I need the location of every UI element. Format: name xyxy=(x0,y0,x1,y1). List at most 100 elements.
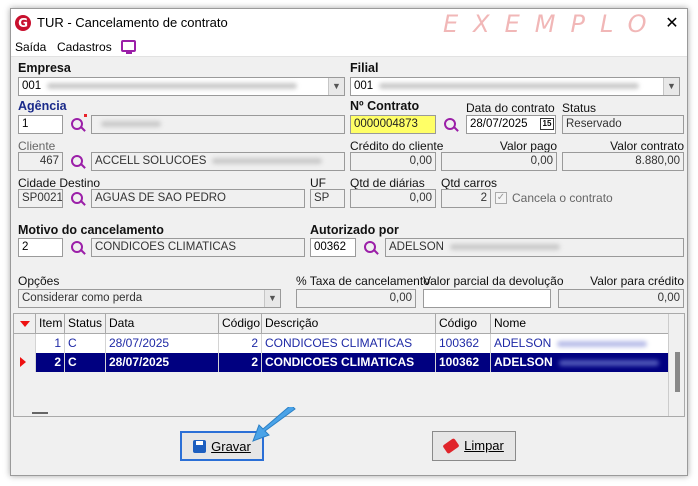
filial-value: 001 xyxy=(354,80,374,92)
grid-footer-marker xyxy=(32,412,48,414)
valor-pago-field: 0,00 xyxy=(441,152,557,171)
clear-button-label: Limpar xyxy=(464,438,504,453)
status-label: Status xyxy=(562,101,597,115)
qtd-carros-label: Qtd carros xyxy=(441,176,498,190)
opcoes-label: Opções xyxy=(18,274,60,288)
cell-codigo-autorizado: 100362 xyxy=(436,334,491,353)
cancelamentos-grid: Item Status Data Código Descrição Código… xyxy=(13,313,685,417)
window-title: TUR - Cancelamento de contrato xyxy=(37,15,228,30)
search-icon[interactable] xyxy=(69,153,87,171)
agencia-name-blurred xyxy=(101,120,161,127)
empresa-value: 001 xyxy=(22,80,42,92)
pointer-arrow-icon xyxy=(252,407,296,442)
grid-header: Item Status Data Código Descrição Código… xyxy=(14,314,669,334)
search-icon[interactable] xyxy=(442,116,460,134)
taxa-label: % Taxa de cancelamento xyxy=(296,274,430,288)
status-field: Reservado xyxy=(562,115,684,134)
cell-status: C xyxy=(65,334,106,353)
empresa-label: Empresa xyxy=(18,61,71,75)
sort-arrow-icon xyxy=(20,321,30,327)
col-descricao[interactable]: Descrição xyxy=(262,314,436,334)
autorizado-label: Autorizado por xyxy=(310,223,399,237)
scrollbar-thumb[interactable] xyxy=(675,352,680,392)
filial-select[interactable]: 001 ▼ xyxy=(350,77,680,96)
valor-parcial-field[interactable] xyxy=(423,289,551,308)
credito-cliente-label: Crédito do cliente xyxy=(350,139,444,153)
opcoes-select[interactable]: Considerar como perda ▼ xyxy=(18,289,281,308)
col-codigo-motivo[interactable]: Código xyxy=(219,314,262,334)
qtd-carros-field: 2 xyxy=(441,189,491,208)
valor-credito-label: Valor para crédito xyxy=(590,274,684,288)
col-nome[interactable]: Nome xyxy=(491,314,669,334)
cliente-code-field: 467 xyxy=(18,152,63,171)
data-contrato-value: 28/07/2025 xyxy=(470,118,528,130)
motivo-code-field[interactable]: 2 xyxy=(18,238,63,257)
grid-scrollbar[interactable] xyxy=(668,314,684,416)
search-icon[interactable] xyxy=(362,239,380,257)
watermark: EXEMPLO xyxy=(443,10,662,38)
filial-name-blurred xyxy=(379,82,640,89)
valor-contrato-label: Valor contrato xyxy=(610,139,684,153)
menu-cadastros[interactable]: Cadastros xyxy=(57,40,112,54)
close-icon[interactable]: ✕ xyxy=(661,12,683,34)
cell-data: 28/07/2025 xyxy=(106,334,219,353)
empresa-name-blurred xyxy=(47,82,298,89)
table-row-selected[interactable]: 2 C 28/07/2025 2 CONDICOES CLIMATICAS 10… xyxy=(14,353,669,372)
chevron-down-icon[interactable]: ▼ xyxy=(264,290,280,307)
monitor-icon[interactable] xyxy=(121,40,136,54)
valor-pago-label: Valor pago xyxy=(499,139,557,153)
search-icon[interactable] xyxy=(69,116,87,134)
empresa-select[interactable]: 001 ▼ xyxy=(18,77,345,96)
cancelamento-window: G TUR - Cancelamento de contrato EXEMPLO… xyxy=(10,8,688,476)
col-status[interactable]: Status xyxy=(65,314,106,334)
qtd-diarias-field: 0,00 xyxy=(350,189,436,208)
chevron-down-icon[interactable]: ▼ xyxy=(663,78,679,95)
contrato-field[interactable]: 0000004873 xyxy=(350,115,436,134)
search-icon[interactable] xyxy=(69,190,87,208)
grid-sort-indicator[interactable] xyxy=(14,314,36,334)
cell-item: 2 xyxy=(36,353,65,372)
autorizado-code-field[interactable]: 00362 xyxy=(310,238,356,257)
filial-label: Filial xyxy=(350,61,379,75)
uf-label: UF xyxy=(310,176,326,190)
valor-contrato-field: 8.880,00 xyxy=(562,152,684,171)
required-marker xyxy=(84,114,87,117)
app-logo-icon: G xyxy=(15,15,31,31)
table-row[interactable]: 1 C 28/07/2025 2 CONDICOES CLIMATICAS 10… xyxy=(14,334,669,353)
cancela-contrato-checkbox[interactable]: ✓ xyxy=(495,192,507,204)
contrato-label: Nº Contrato xyxy=(350,99,420,113)
row-indicator xyxy=(14,353,36,372)
col-item[interactable]: Item xyxy=(36,314,65,334)
autorizado-name-blurred xyxy=(449,243,560,250)
calendar-icon[interactable]: 15 xyxy=(540,118,554,130)
autorizado-name: ADELSON xyxy=(389,241,444,253)
cliente-name-field: ACCELL SOLUCOES xyxy=(91,152,345,171)
valor-parcial-label: Valor parcial da devolução xyxy=(423,274,564,288)
clear-button[interactable]: Limpar xyxy=(432,431,516,461)
search-icon[interactable] xyxy=(69,239,87,257)
title-bar: G TUR - Cancelamento de contrato EXEMPLO… xyxy=(11,9,687,38)
data-contrato-field[interactable]: 28/07/2025 15 xyxy=(466,115,556,134)
current-row-arrow-icon xyxy=(20,357,26,367)
menu-saida[interactable]: Saída xyxy=(15,40,46,54)
col-codigo-autorizado[interactable]: Código xyxy=(436,314,491,334)
cell-item: 1 xyxy=(36,334,65,353)
agencia-label: Agência xyxy=(18,99,67,113)
agencia-code-field[interactable]: 1 xyxy=(18,115,63,134)
cell-nome: ADELSON xyxy=(491,334,669,353)
cell-codigo-autorizado: 100362 xyxy=(436,353,491,372)
data-contrato-label: Data do contrato xyxy=(466,101,555,115)
cidade-name-field: AGUAS DE SAO PEDRO xyxy=(91,189,305,208)
cell-codigo-motivo: 2 xyxy=(219,334,262,353)
motivo-name-field: CONDICOES CLIMATICAS xyxy=(91,238,305,257)
agencia-name-field xyxy=(91,115,345,134)
cell-descricao: CONDICOES CLIMATICAS xyxy=(262,334,436,353)
cliente-label: Cliente xyxy=(18,139,56,153)
col-data[interactable]: Data xyxy=(106,314,219,334)
menu-bar: Saída Cadastros xyxy=(11,37,687,57)
cell-nome: ADELSON xyxy=(491,353,669,372)
autorizado-name-field: ADELSON xyxy=(385,238,684,257)
credito-cliente-field: 0,00 xyxy=(350,152,436,171)
chevron-down-icon[interactable]: ▼ xyxy=(328,78,344,95)
row-indicator xyxy=(14,334,36,353)
